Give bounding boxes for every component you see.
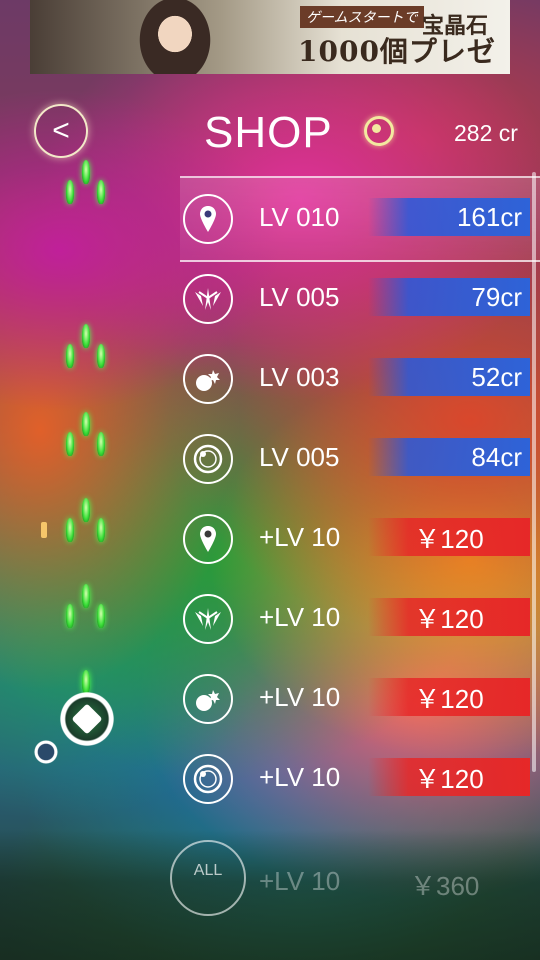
bomb-icon (183, 674, 233, 724)
banner-character-image (125, 0, 225, 74)
ad-banner[interactable]: ゲームスタートで 宝晶石 1000個プレゼント (30, 0, 510, 74)
buy-credits-button[interactable]: 52cr (368, 358, 530, 396)
item-level: LV 005 (259, 442, 340, 472)
shop-item[interactable]: LV 010 161cr (0, 176, 540, 262)
buy-credits-button[interactable]: 84cr (368, 438, 530, 476)
buy-yen-button[interactable]: ￥120 (368, 598, 530, 636)
item-level: +LV 10 (259, 522, 341, 552)
shield-orb-icon (183, 754, 233, 804)
item-level: LV 010 (259, 202, 340, 232)
triple-wing-icon (183, 274, 233, 324)
item-level: +LV 10 (259, 682, 341, 712)
buy-yen-button[interactable]: ￥120 (368, 678, 530, 716)
bullet (82, 160, 92, 186)
item-level: +LV 10 (259, 762, 341, 792)
shop-item[interactable]: LV 005 79cr (0, 272, 540, 340)
buy-yen-button[interactable]: ￥120 (368, 758, 530, 796)
all-bundle-price[interactable]: ￥360 (410, 866, 479, 903)
all-bundle-level: +LV 10 (259, 866, 341, 896)
banner-text-line1: ゲームスタートで (300, 6, 424, 28)
item-level: LV 005 (259, 282, 340, 312)
shop-item[interactable]: LV 005 84cr (0, 432, 540, 500)
item-level: +LV 10 (259, 602, 341, 632)
buy-credits-button[interactable]: 161cr (368, 198, 530, 236)
orb-icon (364, 116, 394, 146)
buy-credits-button[interactable]: 79cr (368, 278, 530, 316)
triple-wing-icon (183, 594, 233, 644)
shield-orb-icon (183, 434, 233, 484)
item-level: LV 003 (259, 362, 340, 392)
page-title: SHOP (204, 108, 333, 157)
buy-yen-button[interactable]: ￥120 (368, 518, 530, 556)
shop-item[interactable]: +LV 10 ￥120 (0, 512, 540, 580)
pin-icon (183, 514, 233, 564)
all-bundle-button[interactable]: ALL (170, 840, 246, 916)
back-button[interactable]: < (34, 104, 88, 158)
banner-text-line2: 1000個プレゼント (298, 35, 496, 68)
shop-item[interactable]: LV 003 52cr (0, 352, 540, 420)
shop-item[interactable]: +LV 10 ￥120 (0, 592, 540, 660)
shop-item[interactable]: +LV 10 ￥120 (0, 672, 540, 740)
pin-icon (183, 194, 233, 244)
credits-balance: 282 cr (454, 120, 518, 146)
bomb-icon (183, 354, 233, 404)
shop-item[interactable]: +LV 10 ￥120 (0, 752, 540, 820)
